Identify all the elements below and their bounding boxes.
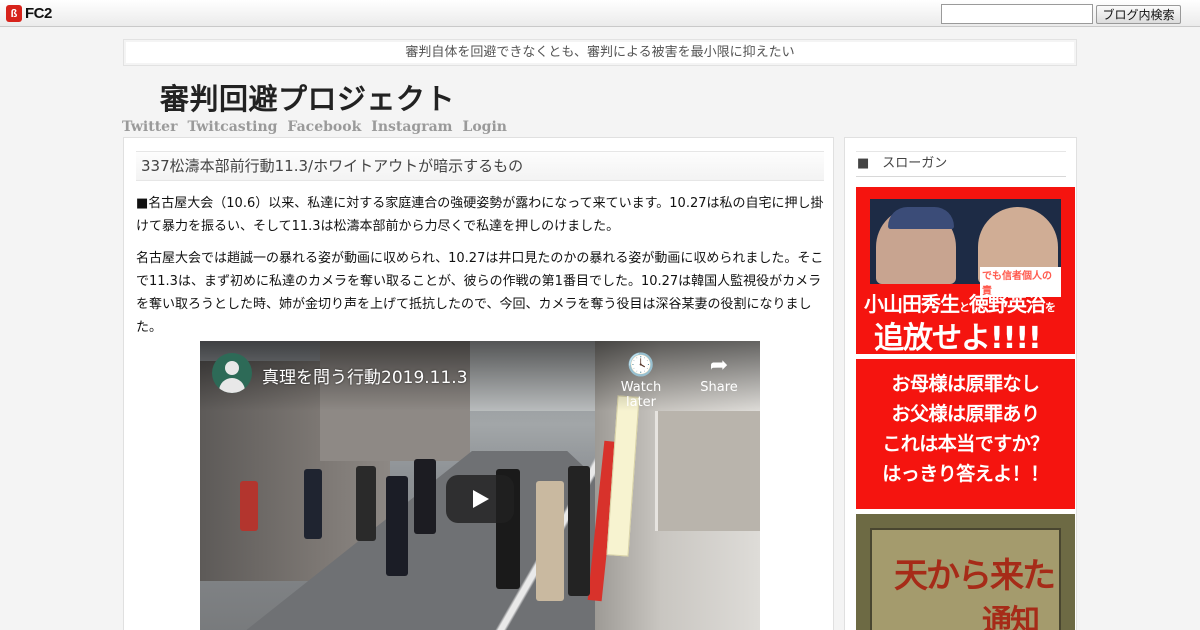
slogan-line: はっきり答えよ！！ xyxy=(882,463,1049,485)
video-frame-person xyxy=(536,481,564,601)
slogan-line: お母様は原罪なし xyxy=(891,373,1040,395)
watch-later-label: Watch later xyxy=(620,380,662,410)
banner-particle: を xyxy=(1045,301,1056,314)
blog-title[interactable]: 審判回避プロジェクト xyxy=(160,76,455,118)
blog-search-input[interactable] xyxy=(941,4,1093,24)
portrait-photo-left xyxy=(876,207,956,284)
banner-photos: でも信者個人の責 xyxy=(870,199,1061,297)
nav-link-twitcasting[interactable]: Twitcasting xyxy=(187,119,277,135)
main-column: 337松濤本部前行動11.3/ホワイトアウトが暗示するもの ■名古屋大会（10.… xyxy=(123,137,834,630)
fc2-logo-icon: ß xyxy=(6,5,22,22)
book-title-line-1: 天から来た xyxy=(894,556,1056,596)
video-frame-person xyxy=(568,466,590,596)
slogan-banner-original-sin[interactable]: お母様は原罪なし お父様は原罪あり これは本当ですか？ はっきり答えよ！！ xyxy=(856,359,1075,509)
video-frame-shopfront xyxy=(655,411,760,531)
blog-nav: Twitter Twitcasting Facebook Instagram L… xyxy=(122,119,517,135)
clock-icon: 🕓 xyxy=(627,353,655,378)
sidebar-heading-slogan: ■ スローガン xyxy=(856,151,1066,177)
book-cover: 天から来た 通知 xyxy=(870,528,1061,630)
slogan-banner-expel[interactable]: でも信者個人の責 小山田秀生と徳野英治を 追放せよ!!!! xyxy=(856,187,1075,356)
post-title[interactable]: 337松濤本部前行動11.3/ホワイトアウトが暗示するもの xyxy=(136,151,824,181)
channel-avatar-icon[interactable] xyxy=(212,353,252,393)
video-frame-person xyxy=(356,466,376,541)
fc2-logo-text: FC2 xyxy=(25,5,52,22)
fc2-header-bar: ß FC2 ブログ内検索 xyxy=(0,0,1200,27)
sidebar: ■ スローガン でも信者個人の責 小山田秀生と徳野英治を 追放せよ!!!! お母… xyxy=(844,137,1077,630)
banner-command: 追放せよ!!!! xyxy=(874,321,1042,356)
share-label: Share xyxy=(700,380,738,395)
book-banner[interactable]: 天から来た 通知 xyxy=(856,514,1075,630)
nav-link-instagram[interactable]: Instagram xyxy=(371,119,452,135)
fc2-logo[interactable]: ß FC2 xyxy=(6,4,52,23)
nav-link-login[interactable]: Login xyxy=(462,119,506,135)
video-frame-person xyxy=(304,469,322,539)
watch-later-button[interactable]: 🕓 Watch later xyxy=(606,352,676,410)
share-button[interactable]: ➦ Share xyxy=(684,352,754,395)
embedded-video[interactable]: 真理を問う行動2019.11.3 🕓 Watch later ➦ Share xyxy=(200,341,760,630)
video-title[interactable]: 真理を問う行動2019.11.3 xyxy=(262,363,468,388)
book-title-line-2: 通知 xyxy=(982,604,1040,630)
video-frame-person xyxy=(386,476,408,576)
slogan-line: これは本当ですか？ xyxy=(882,433,1049,455)
video-frame-person xyxy=(414,459,436,534)
post-paragraph-2: 名古屋大会では趙誠一の暴れる姿が動画に収められ、10.27は井口見たのかの暴れる… xyxy=(136,251,824,335)
slogan-line: お父様は原罪あり xyxy=(891,403,1040,425)
play-button-icon[interactable] xyxy=(446,475,514,523)
blog-tagline: 審判自体を回避できなくとも、審判による被害を最小限に抑えたい xyxy=(123,39,1077,66)
nav-link-facebook[interactable]: Facebook xyxy=(287,119,361,135)
nav-link-twitter[interactable]: Twitter xyxy=(122,119,177,135)
video-frame-person xyxy=(240,481,258,531)
blog-search-button[interactable]: ブログ内検索 xyxy=(1096,5,1181,24)
share-icon: ➦ xyxy=(709,353,729,378)
post-paragraph-1: ■名古屋大会（10.6）以来、私達に対する家庭連合の強硬姿勢が露わになって来てい… xyxy=(136,196,824,234)
